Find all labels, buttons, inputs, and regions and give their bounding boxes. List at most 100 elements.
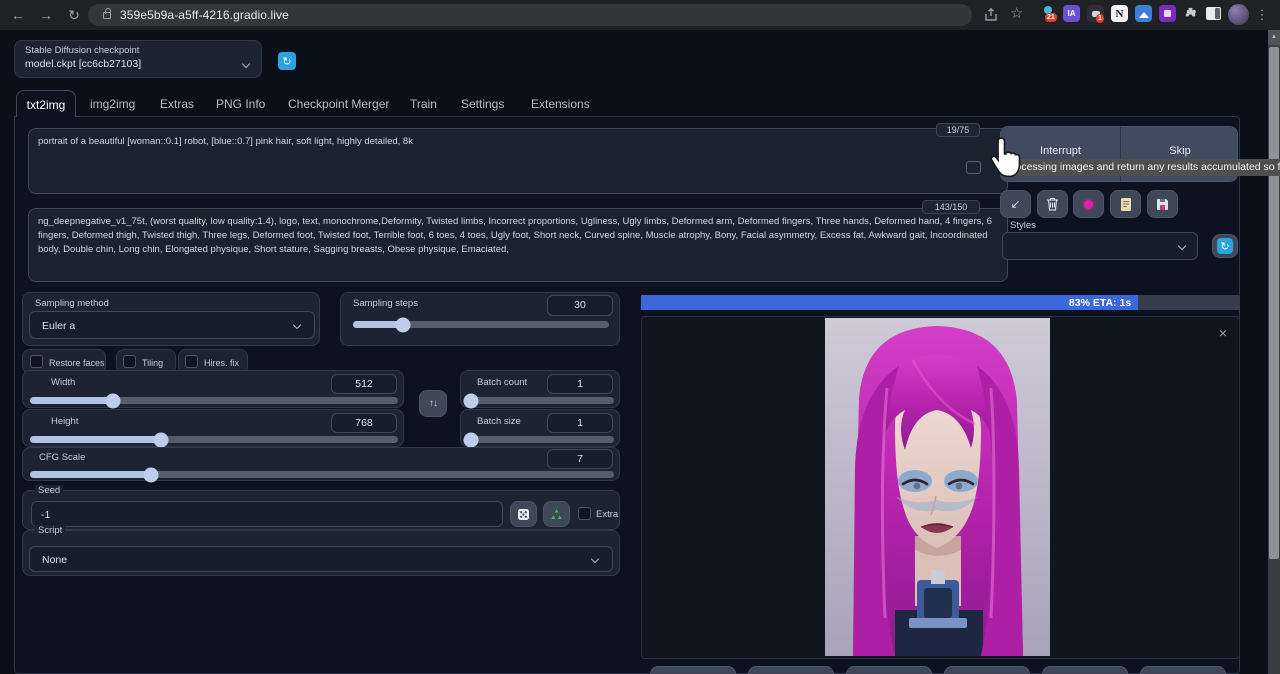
checkpoint-refresh-button[interactable]: ↻	[278, 52, 296, 70]
extension-pin-icon[interactable]: 21	[1040, 5, 1056, 21]
restore-faces-checkbox[interactable]	[30, 355, 43, 368]
url-text[interactable]: 359e5b9a-a5ff-4216.gradio.live	[120, 8, 289, 22]
tab-settings[interactable]: Settings	[461, 97, 504, 111]
generated-image-preview[interactable]	[825, 318, 1050, 656]
reload-icon[interactable]: ↻	[64, 5, 84, 25]
batch-count-input[interactable]: 1	[547, 374, 613, 394]
tab-extensions[interactable]: Extensions	[531, 97, 590, 111]
chevron-down-icon	[242, 60, 250, 68]
styles-dropdown[interactable]	[1002, 232, 1198, 260]
progress-text: 83% ETA: 1s	[1069, 297, 1138, 309]
seed-block: Seed -1 Extra	[22, 490, 620, 530]
extra-networks-icon	[1084, 200, 1093, 209]
gallery-action-button[interactable]	[650, 666, 736, 674]
tab-img2img[interactable]: img2img	[90, 97, 135, 111]
chevron-down-icon	[293, 321, 301, 329]
styles-label: Styles	[1010, 220, 1036, 231]
prompt-resize-grip[interactable]	[966, 161, 981, 174]
tiling-checkbox[interactable]	[123, 355, 136, 368]
floppy-icon	[1156, 198, 1169, 211]
sampling-method-dropdown[interactable]: Euler a	[29, 311, 315, 339]
checkpoint-dropdown[interactable]: model.ckpt [cc6cb27103]	[25, 58, 141, 70]
apply-style-button[interactable]	[1110, 190, 1141, 218]
tab-png-info[interactable]: PNG Info	[216, 97, 265, 111]
sampling-steps-block: Sampling steps 30	[340, 292, 620, 346]
script-dropdown[interactable]: None	[29, 546, 613, 572]
sidebar-toggle-icon[interactable]	[1206, 7, 1221, 20]
script-block: Script None	[22, 530, 620, 576]
app-window: ← → ↻ 359e5b9a-a5ff-4216.gradio.live ☆ 2…	[0, 0, 1280, 674]
height-input[interactable]: 768	[331, 413, 397, 433]
browser-toolbar: ← → ↻ 359e5b9a-a5ff-4216.gradio.live ☆ 2…	[0, 0, 1280, 30]
share-icon[interactable]	[983, 7, 999, 23]
width-input[interactable]: 512	[331, 374, 397, 394]
checkpoint-label: Stable Diffusion checkpoint	[25, 45, 139, 56]
checkpoint-block: Stable Diffusion checkpoint model.ckpt […	[14, 40, 262, 78]
seed-input[interactable]: -1	[31, 501, 503, 527]
negative-prompt-input[interactable]: ng_deepnegative_v1_75t, (worst quality, …	[28, 208, 1008, 282]
gallery-action-button[interactable]	[748, 666, 834, 674]
lock-icon	[103, 12, 111, 19]
reuse-seed-button[interactable]	[543, 501, 570, 527]
scrollbar-thumb[interactable]	[1269, 47, 1279, 559]
close-preview-icon[interactable]: ×	[1219, 325, 1227, 341]
extra-networks-button[interactable]	[1073, 190, 1104, 218]
hires-fix-checkbox[interactable]	[185, 355, 198, 368]
extension-notion-icon[interactable]: N	[1111, 5, 1128, 22]
extension-image-icon[interactable]	[1135, 5, 1152, 22]
tab-checkpoint-merger[interactable]: Checkpoint Merger	[288, 97, 389, 111]
scroll-up-arrow[interactable]: ▲	[1268, 30, 1280, 45]
batch-size-block: Batch size 1	[460, 409, 620, 447]
batch-count-slider[interactable]	[468, 397, 614, 404]
styles-refresh-button[interactable]: ↻	[1212, 234, 1238, 258]
batch-size-slider[interactable]	[468, 436, 614, 443]
extensions-puzzle-icon[interactable]	[1183, 6, 1198, 21]
batch-size-input[interactable]: 1	[547, 413, 613, 433]
browser-menu-icon[interactable]: ⋮	[1252, 5, 1272, 25]
scrollbar-track[interactable]: ▲	[1268, 30, 1280, 674]
save-style-button[interactable]	[1147, 190, 1178, 218]
clipboard-icon	[1120, 197, 1132, 212]
gallery-action-button[interactable]	[944, 666, 1030, 674]
bookmark-star-icon[interactable]: ☆	[1010, 4, 1023, 22]
swap-dimensions-button[interactable]: ↑↓	[419, 390, 447, 417]
gallery-action-button[interactable]	[846, 666, 932, 674]
extension-ia-icon[interactable]: IA	[1063, 5, 1080, 22]
extra-seed-checkbox[interactable]	[578, 507, 591, 520]
sampling-method-block: Sampling method Euler a	[22, 292, 320, 346]
prompt-input[interactable]: portrait of a beautiful [woman::0.1] rob…	[28, 128, 1008, 194]
chevron-down-icon	[591, 555, 599, 563]
interrupt-tooltip: rocessing images and return any results …	[1004, 159, 1280, 176]
cfg-scale-block: CFG Scale 7	[22, 447, 620, 481]
gallery-action-button[interactable]	[1140, 666, 1226, 674]
trash-icon	[1046, 197, 1059, 211]
extension-chat-icon[interactable]: 1	[1087, 5, 1104, 22]
extension-badge: 1	[1096, 14, 1104, 23]
random-seed-button[interactable]	[510, 501, 537, 527]
dice-icon	[517, 508, 530, 521]
sampling-steps-slider[interactable]	[353, 321, 609, 328]
height-slider[interactable]	[30, 436, 398, 443]
sampling-steps-input[interactable]: 30	[547, 295, 613, 316]
gallery-action-button[interactable]	[1042, 666, 1128, 674]
width-slider[interactable]	[30, 397, 398, 404]
image-gallery: ×	[641, 316, 1240, 659]
width-block: Width 512	[22, 370, 404, 408]
forward-icon[interactable]: →	[36, 5, 56, 25]
clear-prompt-button[interactable]	[1037, 190, 1068, 218]
tab-extras[interactable]: Extras	[160, 97, 194, 111]
batch-count-block: Batch count 1	[460, 370, 620, 408]
tab-train[interactable]: Train	[410, 97, 437, 111]
refresh-icon: ↻	[1217, 238, 1233, 254]
extension-purple-icon[interactable]	[1159, 5, 1176, 22]
profile-avatar[interactable]	[1228, 4, 1249, 25]
recycle-icon	[550, 508, 563, 521]
portrait-artwork	[825, 318, 1050, 656]
tab-txt2img[interactable]: txt2img	[16, 90, 76, 117]
cfg-scale-slider[interactable]	[30, 471, 614, 478]
negative-token-counter: 143/150	[922, 200, 980, 214]
back-icon[interactable]: ←	[8, 5, 28, 25]
height-block: Height 768	[22, 409, 404, 447]
paste-params-button[interactable]: ↙	[1000, 190, 1031, 218]
cfg-scale-input[interactable]: 7	[547, 449, 613, 469]
